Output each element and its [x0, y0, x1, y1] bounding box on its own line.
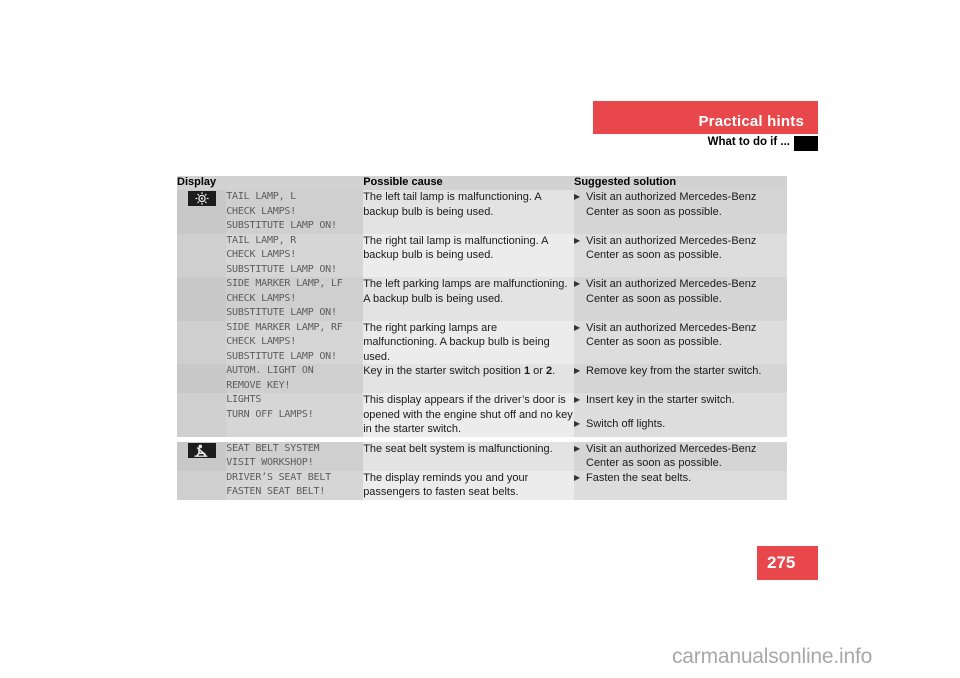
- triangle-bullet-icon: ▶: [574, 443, 581, 453]
- solution-bullet: ▶ Remove key from the starter switch.: [574, 364, 787, 379]
- triangle-bullet-icon: ▶: [574, 235, 581, 245]
- display-message-cell: SEAT BELT SYSTEM VISIT WORKSHOP!: [226, 441, 364, 471]
- suggested-solution-cell: ▶ Visit an authorized Mercedes-Benz Cente…: [574, 277, 787, 321]
- triangle-bullet-icon: ▶: [574, 395, 581, 404]
- triangle-bullet-icon: ▶: [574, 366, 581, 375]
- suggested-solution-cell: ▶ Insert key in the starter switch. ▶ Switc…: [574, 393, 787, 437]
- suggested-solution-cell: ▶ Visit an authorized Mercedes-Benz Cente…: [574, 190, 787, 234]
- possible-cause-cell: Key in the starter switch position 1 or …: [363, 364, 574, 393]
- solution-bullet: ▶ Visit an authorized Mercedes-Benz Cente…: [574, 442, 787, 471]
- solution-bullet: ▶ Visit an authorized Mercedes-Benz Cente…: [574, 190, 787, 219]
- possible-cause-cell: The right tail lamp is malfunctioning. A…: [363, 233, 574, 277]
- triangle-bullet-icon: ▶: [574, 472, 581, 482]
- page-title: Practical hints: [698, 113, 804, 130]
- triangle-bullet-icon: ▶: [574, 322, 581, 332]
- table-row: TAIL LAMP, L CHECK LAMPS! SUBSTITUTE LAM…: [177, 190, 787, 234]
- section-marker-block-icon: [794, 136, 818, 151]
- solution-bullet: ▶ Visit an authorized Mercedes-Benz Cente…: [574, 234, 787, 263]
- section-subheader: What to do if ...: [593, 136, 818, 151]
- suggested-solution-cell: ▶ Visit an authorized Mercedes-Benz Cente…: [574, 320, 787, 364]
- possible-cause-cell: The display reminds you and your passeng…: [363, 470, 574, 500]
- triangle-bullet-icon: ▶: [574, 418, 581, 428]
- possible-cause-cell: The right parking lamps are malfunctioni…: [363, 320, 574, 364]
- cause-text: .: [552, 365, 556, 377]
- solution-bullet: ▶ Insert key in the starter switch.: [574, 393, 787, 408]
- practical-hints-header-band: Practical hints: [593, 101, 818, 134]
- table-body: TAIL LAMP, L CHECK LAMPS! SUBSTITUTE LAM…: [177, 190, 787, 500]
- column-header-display-spacer: [226, 176, 364, 190]
- table-header-row: Display Possible cause Suggested solutio…: [177, 176, 787, 190]
- solution-text: Visit an authorized Mercedes-Benz Center…: [586, 442, 757, 470]
- telltale-icon-cell: [177, 441, 227, 471]
- telltale-icon-cell: [177, 320, 227, 364]
- possible-cause-cell: The left parking lamps are malfunctionin…: [363, 277, 574, 321]
- solution-bullet: ▶ Visit an authorized Mercedes-Benz Cente…: [574, 321, 787, 350]
- display-message-cell: AUTOM. LIGHT ON REMOVE KEY!: [226, 364, 364, 393]
- cause-text: or: [530, 365, 547, 377]
- solution-text: Switch off lights.: [586, 417, 666, 430]
- possible-cause-cell: The left tail lamp is malfunctioning. A …: [363, 190, 574, 234]
- cause-text: Key in the starter switch position: [363, 365, 524, 377]
- column-header-possible-cause: Possible cause: [363, 176, 574, 190]
- display-message-cell: TAIL LAMP, L CHECK LAMPS! SUBSTITUTE LAM…: [226, 190, 364, 234]
- solution-bullet: ▶ Fasten the seat belts.: [574, 471, 787, 486]
- table-row: DRIVER’S SEAT BELT FASTEN SEAT BELT! The …: [177, 470, 787, 500]
- solution-text: Fasten the seat belts.: [586, 471, 692, 484]
- possible-cause-cell: This display appears if the driver’s doo…: [363, 393, 574, 437]
- display-message-cell: LIGHTS TURN OFF LAMPS!: [226, 393, 364, 437]
- display-message-cell: SIDE MARKER LAMP, RF CHECK LAMPS! SUBSTI…: [226, 320, 364, 364]
- solution-text: Visit an authorized Mercedes-Benz Center…: [586, 278, 757, 305]
- solution-bullet: ▶ Switch off lights.: [574, 417, 787, 432]
- column-header-display: Display: [177, 176, 227, 190]
- table-row: SIDE MARKER LAMP, RF CHECK LAMPS! SUBSTI…: [177, 320, 787, 364]
- solution-text: Remove key from the starter switch.: [586, 365, 762, 377]
- telltale-icon-cell: [177, 470, 227, 500]
- possible-cause-cell: The seat belt system is malfunctioning.: [363, 441, 574, 471]
- site-watermark: carmanualsonline.info: [672, 645, 873, 668]
- page-number: 275: [767, 553, 796, 572]
- solution-text: Visit an authorized Mercedes-Benz Center…: [586, 191, 757, 218]
- bullet-spacer: [574, 410, 787, 417]
- table-row: LIGHTS TURN OFF LAMPS! This display appea…: [177, 393, 787, 437]
- lamp-indicator-icon: [187, 191, 216, 206]
- display-message-cell: TAIL LAMP, R CHECK LAMPS! SUBSTITUTE LAM…: [226, 233, 364, 277]
- column-header-suggested-solution: Suggested solution: [574, 176, 787, 190]
- telltale-icon-cell: [177, 393, 227, 437]
- page-number-badge: 275: [757, 546, 818, 580]
- suggested-solution-cell: ▶ Remove key from the starter switch.: [574, 364, 787, 393]
- display-message-cell: DRIVER’S SEAT BELT FASTEN SEAT BELT!: [226, 470, 364, 500]
- display-message-cell: SIDE MARKER LAMP, LF CHECK LAMPS! SUBSTI…: [226, 277, 364, 321]
- telltale-icon-cell: [177, 190, 227, 234]
- table-row: TAIL LAMP, R CHECK LAMPS! SUBSTITUTE LAM…: [177, 233, 787, 277]
- suggested-solution-cell: ▶ Fasten the seat belts.: [574, 470, 787, 500]
- triangle-bullet-icon: ▶: [574, 192, 581, 201]
- telltale-icon-cell: [177, 277, 227, 321]
- suggested-solution-cell: ▶ Visit an authorized Mercedes-Benz Cente…: [574, 233, 787, 277]
- table-row: AUTOM. LIGHT ON REMOVE KEY! Key in the st…: [177, 364, 787, 393]
- practical-hints-table: Display Possible cause Suggested solutio…: [177, 176, 787, 500]
- suggested-solution-cell: ▶ Visit an authorized Mercedes-Benz Cente…: [574, 441, 787, 471]
- solution-text: Visit an authorized Mercedes-Benz Center…: [586, 234, 757, 262]
- table-row: SIDE MARKER LAMP, LF CHECK LAMPS! SUBSTI…: [177, 277, 787, 321]
- solution-text: Insert key in the starter switch.: [586, 394, 735, 406]
- solution-text: Visit an authorized Mercedes-Benz Center…: [586, 321, 757, 349]
- telltale-icon-cell: [177, 233, 227, 277]
- triangle-bullet-icon: ▶: [574, 279, 581, 288]
- section-subheader-label: What to do if ...: [707, 136, 790, 148]
- table-row: SEAT BELT SYSTEM VISIT WORKSHOP! The seat…: [177, 441, 787, 471]
- telltale-icon-cell: [177, 364, 227, 393]
- solution-bullet: ▶ Visit an authorized Mercedes-Benz Cente…: [574, 277, 787, 306]
- seat-belt-icon: [187, 442, 216, 458]
